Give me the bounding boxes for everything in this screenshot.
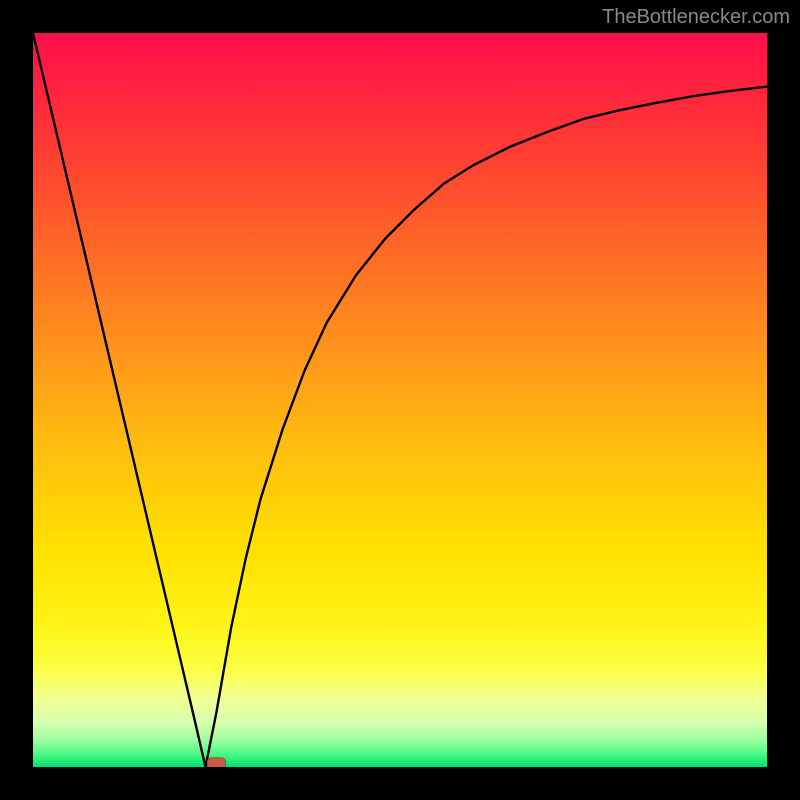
bottleneck-curve xyxy=(33,33,767,767)
chart-frame: TheBottlenecker.com xyxy=(0,0,800,800)
minimum-marker xyxy=(208,758,226,767)
plot-area xyxy=(33,33,767,767)
attribution-text: TheBottlenecker.com xyxy=(602,6,790,29)
curve-layer xyxy=(33,33,767,767)
